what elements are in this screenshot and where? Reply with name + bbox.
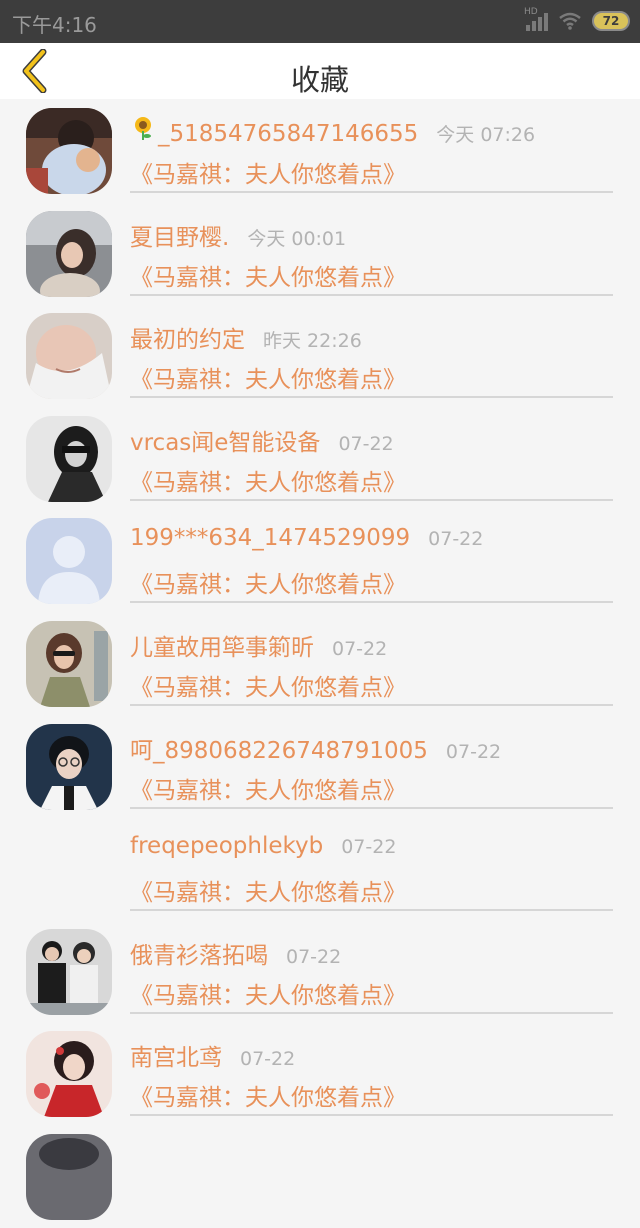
list-item[interactable]: 夏目野樱. 今天 00:01 《马嘉祺：夫人你悠着点》 (0, 202, 640, 305)
divider (130, 498, 613, 501)
user-name[interactable]: 儿童故用筚事箣昕 (130, 628, 314, 662)
time-label: 07-22 (341, 836, 397, 859)
time-label: 今天 00:01 (247, 227, 347, 250)
status-icons: HD 72 (524, 7, 630, 34)
book-title[interactable]: 《马嘉祺：夫人你悠着点》 (130, 360, 406, 394)
avatar[interactable] (26, 1031, 112, 1118)
default-avatar-icon[interactable] (26, 518, 112, 605)
user-name[interactable]: 南宫北鸢 (130, 1038, 222, 1072)
user-name[interactable]: 199***634_1474529099 (130, 525, 410, 551)
list-item[interactable]: freqepeophlekyb 07-22 《马嘉祺：夫人你悠着点》 (0, 817, 640, 920)
divider (130, 191, 613, 193)
status-time: 下午4:16 (12, 13, 97, 37)
divider (130, 703, 613, 706)
avatar[interactable] (26, 928, 112, 1015)
avatar[interactable] (26, 723, 112, 810)
user-name[interactable]: freqepeophlekyb (130, 833, 323, 859)
user-name[interactable]: 呵_898068226748791005 (130, 731, 428, 765)
avatar[interactable] (26, 415, 112, 502)
signal-icon: HD (524, 7, 548, 31)
time-label: 07-22 (445, 740, 502, 763)
user-name[interactable]: 俄青衫落拓喝 (130, 936, 268, 970)
divider (130, 806, 613, 809)
list-item[interactable]: vrcas闻e智能设备 07-22 《马嘉祺：夫人你悠着点》 (0, 407, 640, 510)
header: 收藏 (0, 43, 640, 99)
user-name[interactable]: vrcas闻e智能设备 (130, 423, 320, 457)
status-bar: 下午4:16 HD 72 (0, 0, 640, 43)
avatar[interactable] (26, 620, 112, 707)
list-item-partial[interactable] (0, 1125, 640, 1228)
divider (130, 601, 613, 604)
list-item[interactable]: _51854765847146655 今天 07:26 《马嘉祺：夫人你悠着点》 (0, 99, 640, 202)
user-name[interactable]: _51854765847146655 (158, 121, 418, 147)
divider (130, 1011, 613, 1014)
book-title[interactable]: 《马嘉祺：夫人你悠着点》 (130, 258, 406, 292)
list-item[interactable]: 俄青衫落拓喝 07-22 《马嘉祺：夫人你悠着点》 (0, 920, 640, 1023)
book-title[interactable]: 《马嘉祺：夫人你悠着点》 (130, 873, 406, 907)
book-title[interactable]: 《马嘉祺：夫人你悠着点》 (130, 463, 406, 497)
time-label: 07-22 (428, 528, 484, 551)
network-type-label: HD (524, 7, 538, 17)
time-label: 今天 07:26 (436, 124, 536, 146)
avatar[interactable] (26, 1133, 112, 1220)
list-item[interactable]: 199***634_1474529099 07-22 《马嘉祺：夫人你悠着点》 (0, 509, 640, 612)
wifi-icon (558, 11, 582, 31)
book-title[interactable]: 《马嘉祺：夫人你悠着点》 (130, 155, 406, 189)
divider (130, 909, 613, 912)
book-title[interactable]: 《马嘉祺：夫人你悠着点》 (130, 771, 406, 805)
list-item[interactable]: 呵_898068226748791005 07-22 《马嘉祺：夫人你悠着点》 (0, 715, 640, 818)
sunflower-icon (135, 117, 151, 140)
battery-icon: 72 (592, 11, 630, 31)
divider (130, 293, 613, 296)
favorites-list: _51854765847146655 今天 07:26 《马嘉祺：夫人你悠着点》… (0, 99, 640, 1228)
user-name[interactable]: 夏目野樱. (130, 218, 229, 252)
time-label: 07-22 (332, 637, 388, 660)
book-title[interactable]: 《马嘉祺：夫人你悠着点》 (130, 976, 406, 1010)
time-label: 07-22 (240, 1048, 296, 1071)
avatar[interactable] (26, 313, 112, 400)
user-name[interactable]: 最初的约定 (130, 320, 245, 354)
list-item[interactable]: 最初的约定 昨天 22:26 《马嘉祺：夫人你悠着点》 (0, 304, 640, 407)
book-title[interactable]: 《马嘉祺：夫人你悠着点》 (130, 1078, 406, 1112)
time-label: 07-22 (338, 432, 394, 455)
avatar[interactable] (26, 108, 112, 194)
page-title: 收藏 (290, 63, 349, 97)
list-item[interactable]: 南宫北鸢 07-22 《马嘉祺：夫人你悠着点》 (0, 1022, 640, 1125)
book-title[interactable]: 《马嘉祺：夫人你悠着点》 (130, 668, 406, 702)
avatar[interactable] (26, 210, 112, 297)
divider (130, 1114, 613, 1117)
divider (130, 396, 613, 399)
time-label: 07-22 (286, 945, 342, 968)
time-label: 昨天 22:26 (263, 330, 362, 353)
list-item[interactable]: 儿童故用筚事箣昕 07-22 《马嘉祺：夫人你悠着点》 (0, 612, 640, 715)
book-title[interactable]: 《马嘉祺：夫人你悠着点》 (130, 565, 406, 599)
